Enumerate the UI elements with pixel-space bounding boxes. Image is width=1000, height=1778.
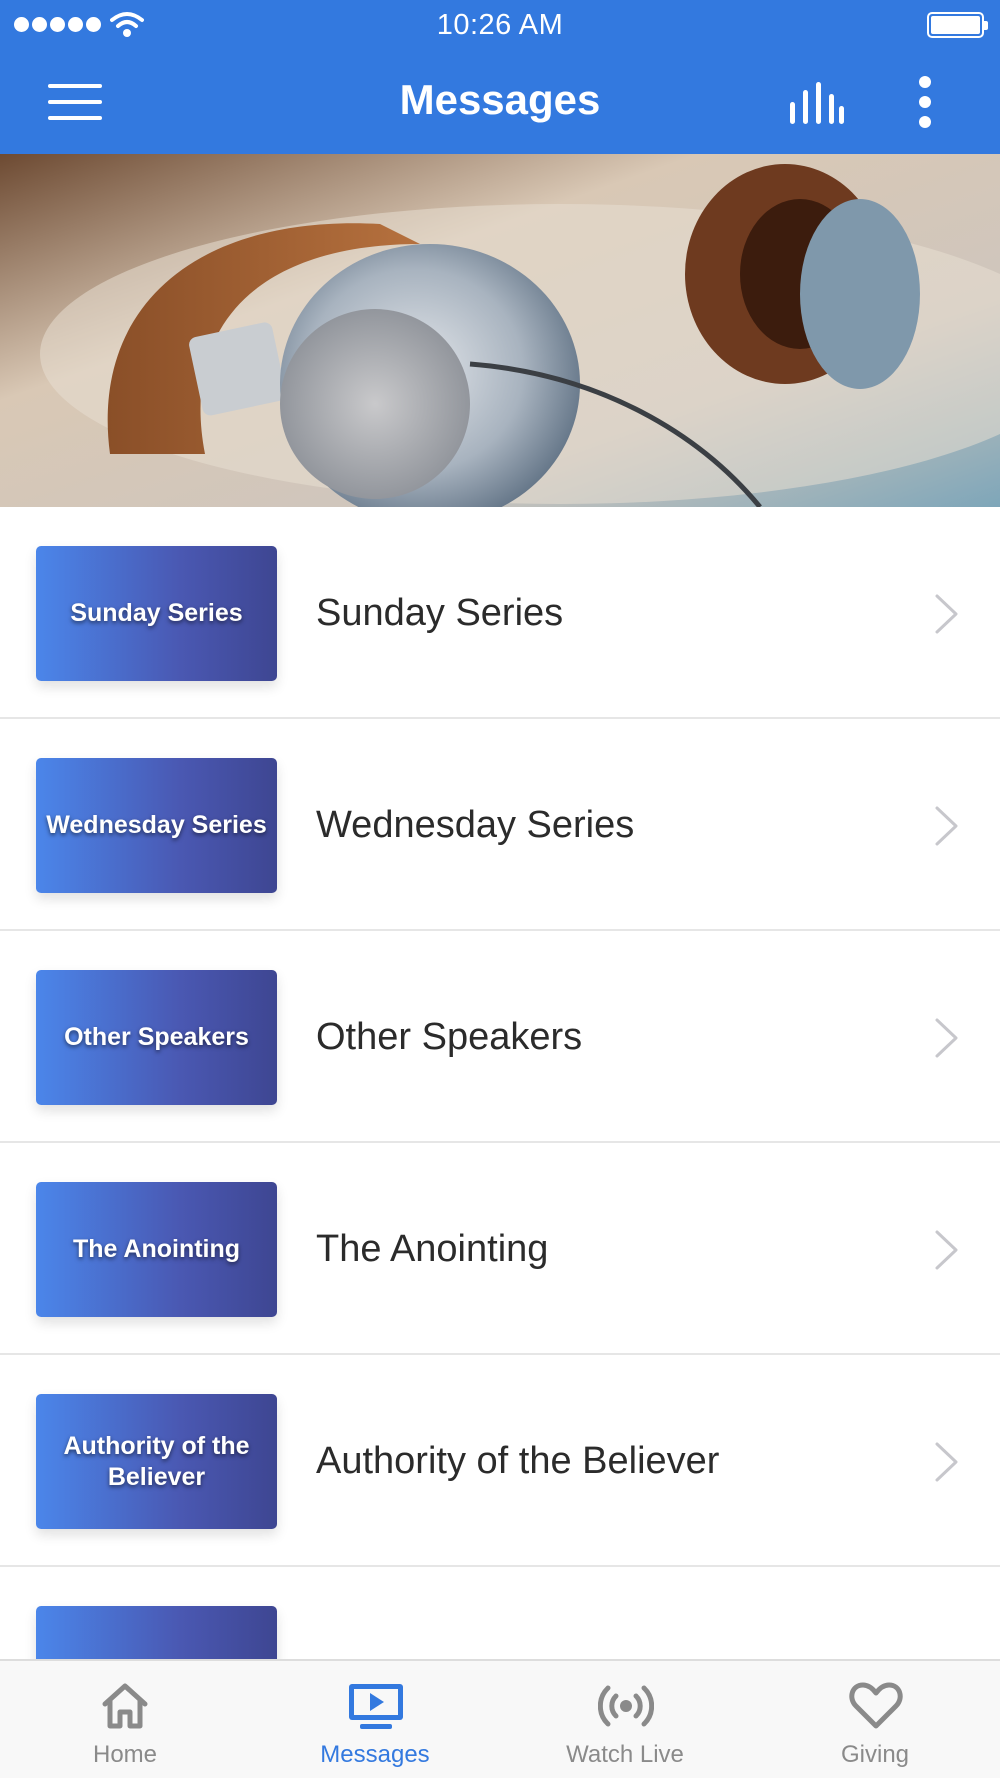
tab-label: Watch Live <box>566 1741 684 1768</box>
chevron-right-icon <box>935 1018 958 1058</box>
list-item[interactable]: The Anointing The Anointing <box>0 1143 1000 1355</box>
series-thumbnail: Authority of the Believer <box>36 1394 277 1529</box>
tab-label: Messages <box>320 1741 430 1768</box>
series-thumbnail: Other Speakers <box>36 970 277 1105</box>
chevron-right-icon <box>935 594 958 634</box>
list-item[interactable] <box>0 1567 1000 1659</box>
list-item[interactable]: Authority of the Believer Authority of t… <box>0 1355 1000 1567</box>
series-title: Wednesday Series <box>316 804 635 846</box>
series-thumbnail: Sunday Series <box>36 546 277 681</box>
series-title: Sunday Series <box>316 592 564 634</box>
thumbnail-text: Wednesday Series <box>46 811 267 839</box>
tab-label: Giving <box>840 1741 910 1768</box>
series-title: Other Speakers <box>316 1016 583 1058</box>
app-header: 10:26 AM Messages <box>0 0 1000 154</box>
list-item[interactable]: Wednesday Series Wednesday Series <box>0 719 1000 931</box>
chevron-right-icon <box>935 806 958 846</box>
thumbnail-text: Other Speakers <box>64 1023 249 1051</box>
tab-label: Home <box>92 1741 158 1768</box>
thumbnail-text: Sunday Series <box>70 599 243 627</box>
tv-play-icon <box>349 1684 403 1729</box>
series-thumbnail: The Anointing <box>36 1182 277 1317</box>
nav-bar: Messages <box>0 50 1000 154</box>
broadcast-icon <box>598 1685 654 1727</box>
series-thumbnail <box>36 1606 277 1659</box>
heart-icon <box>849 1682 903 1729</box>
list-item[interactable]: Other Speakers Other Speakers <box>0 931 1000 1143</box>
thumbnail-text: Authority of the Believer <box>63 1431 250 1491</box>
hero-image-headphones <box>0 154 1000 507</box>
page-title: Messages <box>399 76 601 123</box>
list-item[interactable]: Sunday Series Sunday Series <box>0 507 1000 719</box>
equalizer-bars-icon[interactable] <box>788 80 844 124</box>
more-vertical-icon[interactable] <box>910 76 940 128</box>
tab-giving[interactable]: Giving <box>750 1661 1000 1778</box>
tab-watch-live[interactable]: Watch Live <box>500 1661 750 1778</box>
chevron-right-icon <box>935 1442 958 1482</box>
bottom-tab-bar: Home Messages Watch Live Giving <box>0 1659 1000 1778</box>
chevron-right-icon <box>935 1230 958 1270</box>
series-list: Sunday Series Sunday Series Wednesday Se… <box>0 507 1000 1659</box>
series-thumbnail: Wednesday Series <box>36 758 277 893</box>
status-time: 10:26 AM <box>436 9 564 41</box>
battery-icon <box>927 12 988 38</box>
series-title: Authority of the Believer <box>316 1440 720 1482</box>
tab-messages[interactable]: Messages <box>250 1661 500 1778</box>
thumbnail-text: The Anointing <box>72 1235 241 1263</box>
status-bar: 10:26 AM <box>0 0 1000 50</box>
home-icon <box>102 1683 148 1729</box>
series-title: The Anointing <box>316 1228 549 1270</box>
tab-home[interactable]: Home <box>0 1661 250 1778</box>
